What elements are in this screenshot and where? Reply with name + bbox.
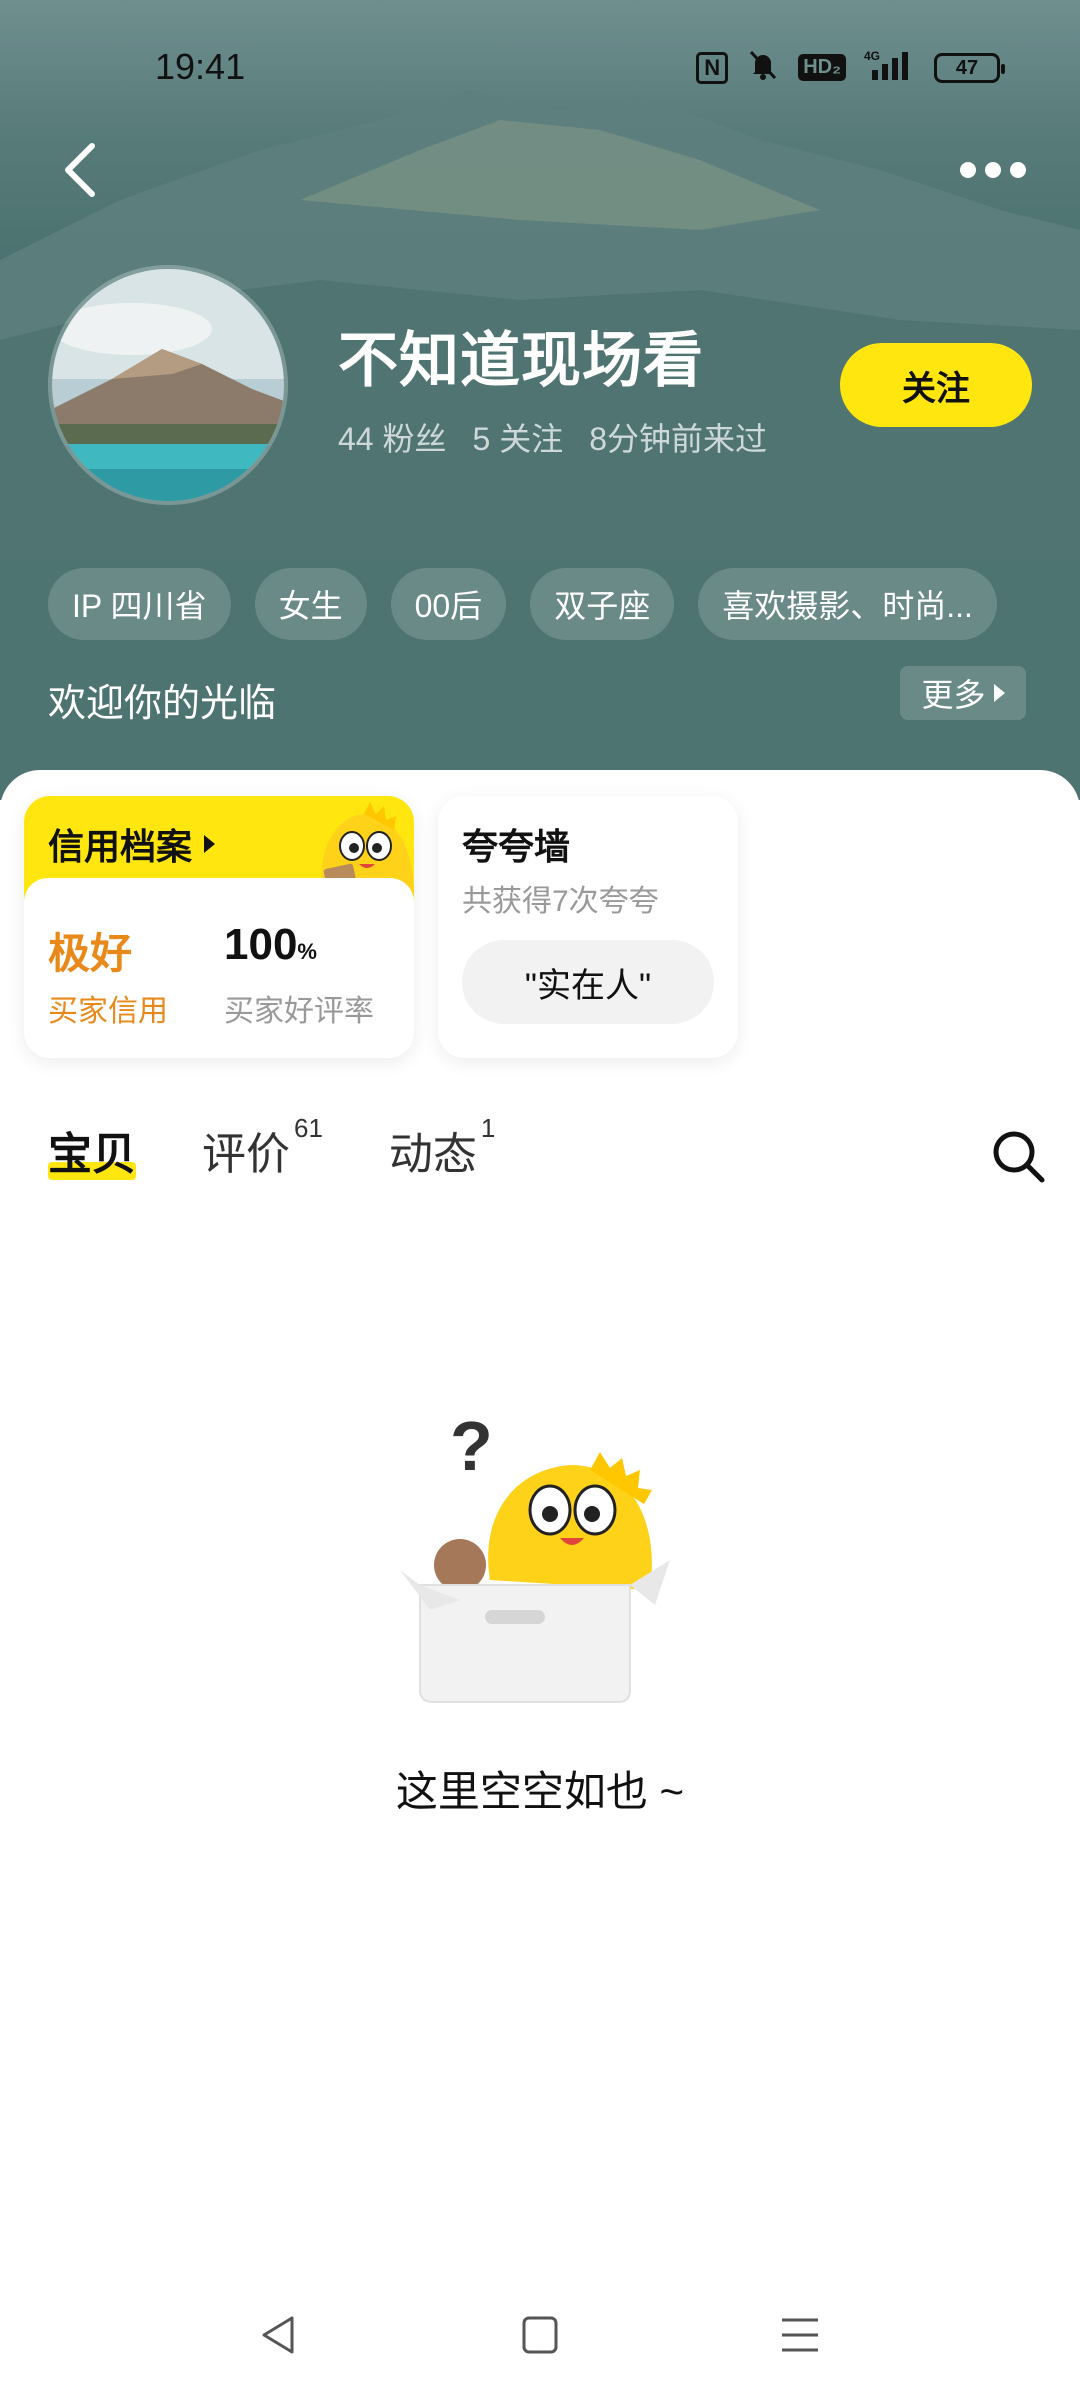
praise-wall-subtitle: 共获得7次夸夸	[462, 885, 659, 918]
mute-bell-icon	[746, 48, 780, 87]
credit-card-title: 信用档案	[48, 818, 216, 870]
nav-menu-icon	[782, 2318, 818, 2352]
following-count[interactable]: 5 关注	[473, 414, 564, 460]
tab-activity-label: 动态	[388, 1130, 477, 1179]
more-info-button[interactable]: 更多	[900, 666, 1026, 720]
tab-items-label: 宝贝	[48, 1130, 136, 1179]
praise-rate-value: 100%	[224, 920, 317, 970]
chevron-left-icon	[65, 143, 95, 197]
praise-chip: "实在人"	[462, 940, 714, 1024]
empty-state-message: 这里空空如也 ~	[395, 1768, 685, 1815]
svg-text:?: ?	[450, 1410, 493, 1485]
profile-stats: 44 粉丝 5 关注 8分钟前来过	[338, 414, 767, 460]
nfc-icon: N	[696, 51, 729, 84]
buyer-credit-label: 买家信用	[48, 995, 168, 1028]
more-info-label: 更多	[921, 677, 986, 713]
nav-back-button[interactable]	[250, 2310, 310, 2360]
nav-home-icon	[522, 2316, 558, 2354]
nav-back-icon	[262, 2316, 294, 2354]
empty-box-mascot-icon: ?	[400, 1410, 670, 1703]
last-visit: 8分钟前来过	[589, 421, 768, 457]
tab-activity[interactable]: 动态1	[388, 1113, 495, 1182]
more-options-button[interactable]	[958, 150, 1028, 190]
praise-wall-title: 夸夸墙	[462, 826, 571, 867]
tab-items[interactable]: 宝贝	[48, 1118, 136, 1182]
caret-right-icon	[204, 835, 216, 853]
tag-hobbies[interactable]: 喜欢摄影、时尚...	[698, 568, 997, 640]
praise-wall-card[interactable]: 夸夸墙 共获得7次夸夸 "实在人"	[438, 796, 738, 1058]
profile-tags: IP 四川省 女生 00后 双子座 喜欢摄影、时尚...	[48, 568, 997, 640]
praise-rate-label: 买家好评率	[224, 995, 374, 1028]
buyer-credit-value: 极好	[48, 930, 133, 977]
battery-icon: 47	[934, 52, 1005, 83]
status-icons: N HD₂ 4G 47	[696, 48, 1005, 87]
hd-voice-icon: HD₂	[798, 54, 846, 81]
praise-rate-unit: %	[297, 939, 317, 964]
content-tabs: 宝贝 评价61 动态1	[48, 1113, 1080, 1182]
caret-right-icon	[993, 684, 1005, 702]
avatar[interactable]	[48, 265, 288, 505]
back-button[interactable]	[58, 140, 108, 200]
more-dots-icon	[960, 162, 1026, 178]
tag-gender[interactable]: 女生	[254, 568, 367, 640]
welcome-message: 欢迎你的光临	[48, 683, 277, 725]
status-time: 19:41	[155, 46, 246, 87]
tab-reviews-count: 61	[294, 1113, 323, 1144]
praise-rate-number: 100	[224, 920, 298, 969]
tab-reviews[interactable]: 评价61	[202, 1113, 323, 1182]
svg-text:4G: 4G	[864, 49, 880, 63]
avatar-landscape-image	[52, 269, 284, 501]
tab-reviews-label: 评价	[202, 1130, 290, 1179]
nav-menu-button[interactable]	[770, 2310, 830, 2360]
status-bar: 19:41 N HD₂ 4G 47	[0, 0, 1080, 130]
fans-count[interactable]: 44 粉丝	[338, 414, 447, 460]
tag-zodiac[interactable]: 双子座	[530, 568, 675, 640]
credit-card-title-label: 信用档案	[48, 826, 193, 867]
tag-age-group[interactable]: 00后	[390, 568, 507, 640]
nav-home-button[interactable]	[510, 2310, 570, 2360]
tag-ip-location[interactable]: IP 四川省	[48, 568, 231, 640]
follow-button[interactable]: 关注	[840, 343, 1032, 427]
profile-username: 不知道现场看	[338, 327, 704, 394]
signal-icon: 4G	[864, 48, 916, 87]
credit-profile-card[interactable]: 信用档案 极好 买家信用 100% 买家好评率	[24, 796, 414, 1058]
tab-activity-count: 1	[480, 1113, 496, 1144]
system-navigation-bar	[0, 2290, 1080, 2380]
